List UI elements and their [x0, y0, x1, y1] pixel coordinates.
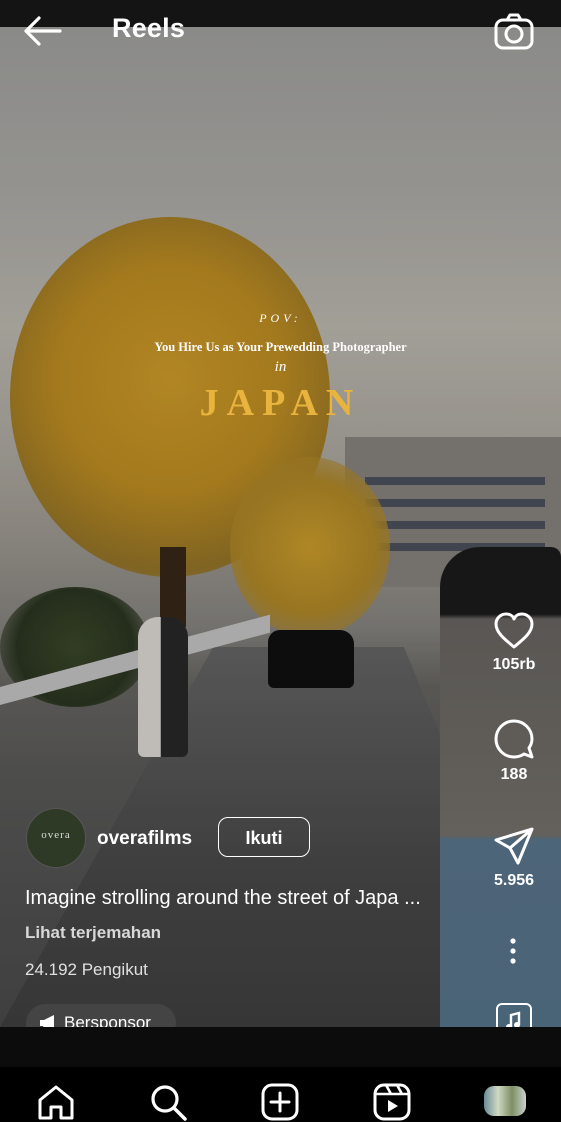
share-action[interactable]: 5.956 — [480, 826, 548, 890]
profile-avatar[interactable] — [484, 1086, 526, 1116]
account-avatar[interactable]: overa — [26, 808, 86, 868]
reel-video[interactable]: POV: You Hire Us as Your Prewedding Phot… — [0, 27, 561, 1027]
post-caption[interactable]: Imagine strolling around the street of J… — [25, 887, 421, 910]
overlay-line: You Hire Us as Your Prewedding Photograp… — [154, 340, 407, 354]
like-count: 105rb — [492, 656, 536, 673]
overlay-pov: POV: — [259, 311, 302, 325]
comment-icon[interactable] — [493, 718, 535, 760]
comment-action[interactable]: 188 — [480, 718, 548, 784]
overlay-location: JAPAN — [199, 382, 362, 424]
back-arrow-icon[interactable] — [22, 14, 62, 48]
search-icon[interactable] — [148, 1082, 188, 1122]
comment-count: 188 — [500, 766, 528, 783]
overlay-in: in — [274, 359, 287, 375]
divider-bar — [0, 1027, 561, 1067]
create-icon[interactable] — [260, 1082, 300, 1122]
video-dim — [0, 27, 561, 1027]
home-icon[interactable] — [36, 1082, 76, 1122]
account-username[interactable]: overafilms — [97, 828, 192, 850]
page-title: Reels — [112, 13, 186, 43]
heart-icon[interactable] — [493, 612, 535, 650]
top-bar: Reels — [0, 0, 561, 60]
camera-icon[interactable] — [494, 12, 534, 52]
follower-count: 24.192 Pengikut — [25, 960, 148, 979]
share-count: 5.956 — [493, 872, 535, 889]
like-action[interactable]: 105rb — [480, 612, 548, 674]
avatar-text: overa — [41, 829, 71, 841]
share-icon[interactable] — [493, 826, 535, 866]
follow-button[interactable]: Ikuti — [218, 817, 310, 857]
translate-link[interactable]: Lihat terjemahan — [25, 923, 161, 943]
reels-icon[interactable] — [372, 1082, 412, 1122]
more-icon[interactable] — [503, 937, 523, 967]
